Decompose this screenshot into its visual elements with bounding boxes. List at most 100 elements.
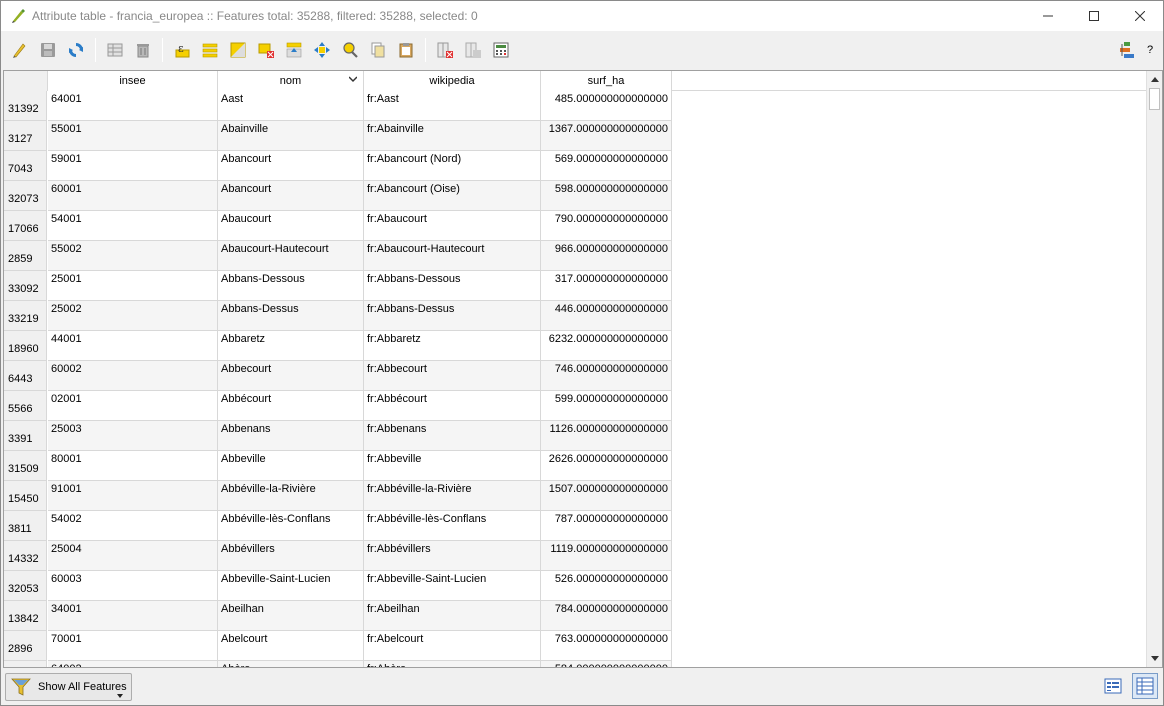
cell-wikipedia[interactable]: fr:Abbenans bbox=[364, 421, 541, 451]
cell-insee[interactable]: 60001 bbox=[48, 181, 218, 211]
table-row[interactable]: 32073 60001 Abancourt fr:Abancourt (Oise) 59… bbox=[4, 181, 672, 211]
row-header[interactable]: 6443 bbox=[4, 361, 47, 391]
cell-surf-ha[interactable]: 6232.000000000000000 bbox=[541, 331, 672, 361]
row-header[interactable]: 33092 bbox=[4, 271, 47, 301]
cell-surf-ha[interactable]: 584.000000000000000 bbox=[541, 661, 672, 667]
cell-insee[interactable]: 02001 bbox=[48, 391, 218, 421]
cell-wikipedia[interactable]: fr:Abbeville-Saint-Lucien bbox=[364, 571, 541, 601]
cell-insee[interactable]: 54001 bbox=[48, 211, 218, 241]
cell-nom[interactable]: Abbaretz bbox=[218, 331, 364, 361]
cell-nom[interactable]: Abaucourt-Hautecourt bbox=[218, 241, 364, 271]
cell-wikipedia[interactable]: fr:Abaucourt-Hautecourt bbox=[364, 241, 541, 271]
table-row[interactable]: 2859 55002 Abaucourt-Hautecourt fr:Abaucour… bbox=[4, 241, 672, 271]
cell-insee[interactable]: 64001 bbox=[48, 91, 218, 121]
table-row[interactable]: 31509 80001 Abbeville fr:Abbeville 2626.0000… bbox=[4, 451, 672, 481]
table-row[interactable]: 17066 54001 Abaucourt fr:Abaucourt 790.00000… bbox=[4, 211, 672, 241]
cell-insee[interactable]: 60002 bbox=[48, 361, 218, 391]
cell-nom[interactable]: Aast bbox=[218, 91, 364, 121]
scroll-down-icon[interactable] bbox=[1147, 651, 1162, 667]
row-header[interactable]: 15450 bbox=[4, 481, 47, 511]
row-header[interactable] bbox=[4, 661, 47, 667]
row-header[interactable]: 32053 bbox=[4, 571, 47, 601]
row-header[interactable]: 18960 bbox=[4, 331, 47, 361]
row-header[interactable]: 3811 bbox=[4, 511, 47, 541]
delete-field-icon[interactable] bbox=[434, 39, 456, 61]
column-header-insee[interactable]: insee bbox=[48, 71, 218, 91]
cell-wikipedia[interactable]: fr:Aast bbox=[364, 91, 541, 121]
cell-surf-ha[interactable]: 1507.000000000000000 bbox=[541, 481, 672, 511]
field-calculator-icon[interactable] bbox=[490, 39, 512, 61]
cell-wikipedia[interactable]: fr:Abbeville bbox=[364, 451, 541, 481]
cell-nom[interactable]: Abbéville-la-Rivière bbox=[218, 481, 364, 511]
help-button[interactable]: ? bbox=[1141, 44, 1159, 56]
table-row[interactable]: 3391 25003 Abbenans fr:Abbenans 1126.0000000… bbox=[4, 421, 672, 451]
new-field-icon[interactable] bbox=[462, 39, 484, 61]
cell-nom[interactable]: Abbévillers bbox=[218, 541, 364, 571]
table-row[interactable]: 14332 25004 Abbévillers fr:Abbévillers 1119.… bbox=[4, 541, 672, 571]
add-feature-icon[interactable] bbox=[104, 39, 126, 61]
row-header[interactable]: 17066 bbox=[4, 211, 47, 241]
table-row[interactable]: 15450 91001 Abbéville-la-Rivière fr:Abbévil… bbox=[4, 481, 672, 511]
cell-insee[interactable]: 59001 bbox=[48, 151, 218, 181]
cell-nom[interactable]: Abbans-Dessus bbox=[218, 301, 364, 331]
row-header[interactable]: 3391 bbox=[4, 421, 47, 451]
cell-wikipedia[interactable]: fr:Abeilhan bbox=[364, 601, 541, 631]
close-icon[interactable] bbox=[1117, 1, 1163, 31]
cell-insee[interactable]: 64002 bbox=[48, 661, 218, 667]
scrollbar-thumb[interactable] bbox=[1149, 88, 1160, 110]
table-row[interactable]: 13842 34001 Abeilhan fr:Abeilhan 784.0000000… bbox=[4, 601, 672, 631]
column-header-nom[interactable]: nom bbox=[218, 71, 364, 91]
cell-nom[interactable]: Abaucourt bbox=[218, 211, 364, 241]
row-header[interactable]: 31392 bbox=[4, 91, 47, 121]
table-view-icon[interactable] bbox=[1132, 673, 1158, 699]
cell-surf-ha[interactable]: 526.000000000000000 bbox=[541, 571, 672, 601]
save-edits-icon[interactable] bbox=[37, 39, 59, 61]
paste-features-icon[interactable] bbox=[395, 39, 417, 61]
form-view-icon[interactable] bbox=[1100, 673, 1126, 699]
table-row[interactable]: 31392 64001 Aast fr:Aast 485.000000000000000 bbox=[4, 91, 672, 121]
cell-wikipedia[interactable]: fr:Abbécourt bbox=[364, 391, 541, 421]
cell-wikipedia[interactable]: fr:Abainville bbox=[364, 121, 541, 151]
cell-insee[interactable]: 80001 bbox=[48, 451, 218, 481]
row-header[interactable]: 13842 bbox=[4, 601, 47, 631]
cell-surf-ha[interactable]: 746.000000000000000 bbox=[541, 361, 672, 391]
cell-surf-ha[interactable]: 787.000000000000000 bbox=[541, 511, 672, 541]
cell-insee[interactable]: 34001 bbox=[48, 601, 218, 631]
cell-wikipedia[interactable]: fr:Abbévillers bbox=[364, 541, 541, 571]
column-header-wikipedia[interactable]: wikipedia bbox=[364, 71, 541, 91]
cell-surf-ha[interactable]: 790.000000000000000 bbox=[541, 211, 672, 241]
table-row[interactable]: 3811 54002 Abbéville-lès-Conflans fr:Abbévi… bbox=[4, 511, 672, 541]
row-header[interactable]: 3127 bbox=[4, 121, 47, 151]
row-header[interactable]: 14332 bbox=[4, 541, 47, 571]
zoom-to-selected-icon[interactable] bbox=[339, 39, 361, 61]
cell-surf-ha[interactable]: 485.000000000000000 bbox=[541, 91, 672, 121]
delete-feature-icon[interactable] bbox=[132, 39, 154, 61]
cell-surf-ha[interactable]: 2626.000000000000000 bbox=[541, 451, 672, 481]
cell-surf-ha[interactable]: 1367.000000000000000 bbox=[541, 121, 672, 151]
cell-nom[interactable]: Abancourt bbox=[218, 151, 364, 181]
toggle-editing-icon[interactable] bbox=[9, 39, 31, 61]
row-header[interactable]: 32073 bbox=[4, 181, 47, 211]
cell-insee[interactable]: 44001 bbox=[48, 331, 218, 361]
cell-nom[interactable]: Abbécourt bbox=[218, 391, 364, 421]
cell-wikipedia[interactable]: fr:Abbéville-lès-Conflans bbox=[364, 511, 541, 541]
row-header[interactable]: 2859 bbox=[4, 241, 47, 271]
cell-insee[interactable]: 25001 bbox=[48, 271, 218, 301]
row-header[interactable]: 7043 bbox=[4, 151, 47, 181]
cell-nom[interactable]: Abère bbox=[218, 661, 364, 667]
cell-wikipedia[interactable]: fr:Abbans-Dessus bbox=[364, 301, 541, 331]
cell-wikipedia[interactable]: fr:Abbéville-la-Rivière bbox=[364, 481, 541, 511]
row-header[interactable]: 33219 bbox=[4, 301, 47, 331]
copy-rows-icon[interactable] bbox=[367, 39, 389, 61]
cell-insee[interactable]: 25004 bbox=[48, 541, 218, 571]
cell-surf-ha[interactable]: 569.000000000000000 bbox=[541, 151, 672, 181]
scroll-up-icon[interactable] bbox=[1147, 71, 1162, 87]
table-row[interactable]: 33219 25002 Abbans-Dessus fr:Abbans-Dessus 4… bbox=[4, 301, 672, 331]
cell-surf-ha[interactable]: 599.000000000000000 bbox=[541, 391, 672, 421]
cell-surf-ha[interactable]: 966.000000000000000 bbox=[541, 241, 672, 271]
cell-wikipedia[interactable]: fr:Abbans-Dessous bbox=[364, 271, 541, 301]
cell-nom[interactable]: Abbeville-Saint-Lucien bbox=[218, 571, 364, 601]
cell-wikipedia[interactable]: fr:Abelcourt bbox=[364, 631, 541, 661]
cell-nom[interactable]: Abeilhan bbox=[218, 601, 364, 631]
cell-insee[interactable]: 55001 bbox=[48, 121, 218, 151]
